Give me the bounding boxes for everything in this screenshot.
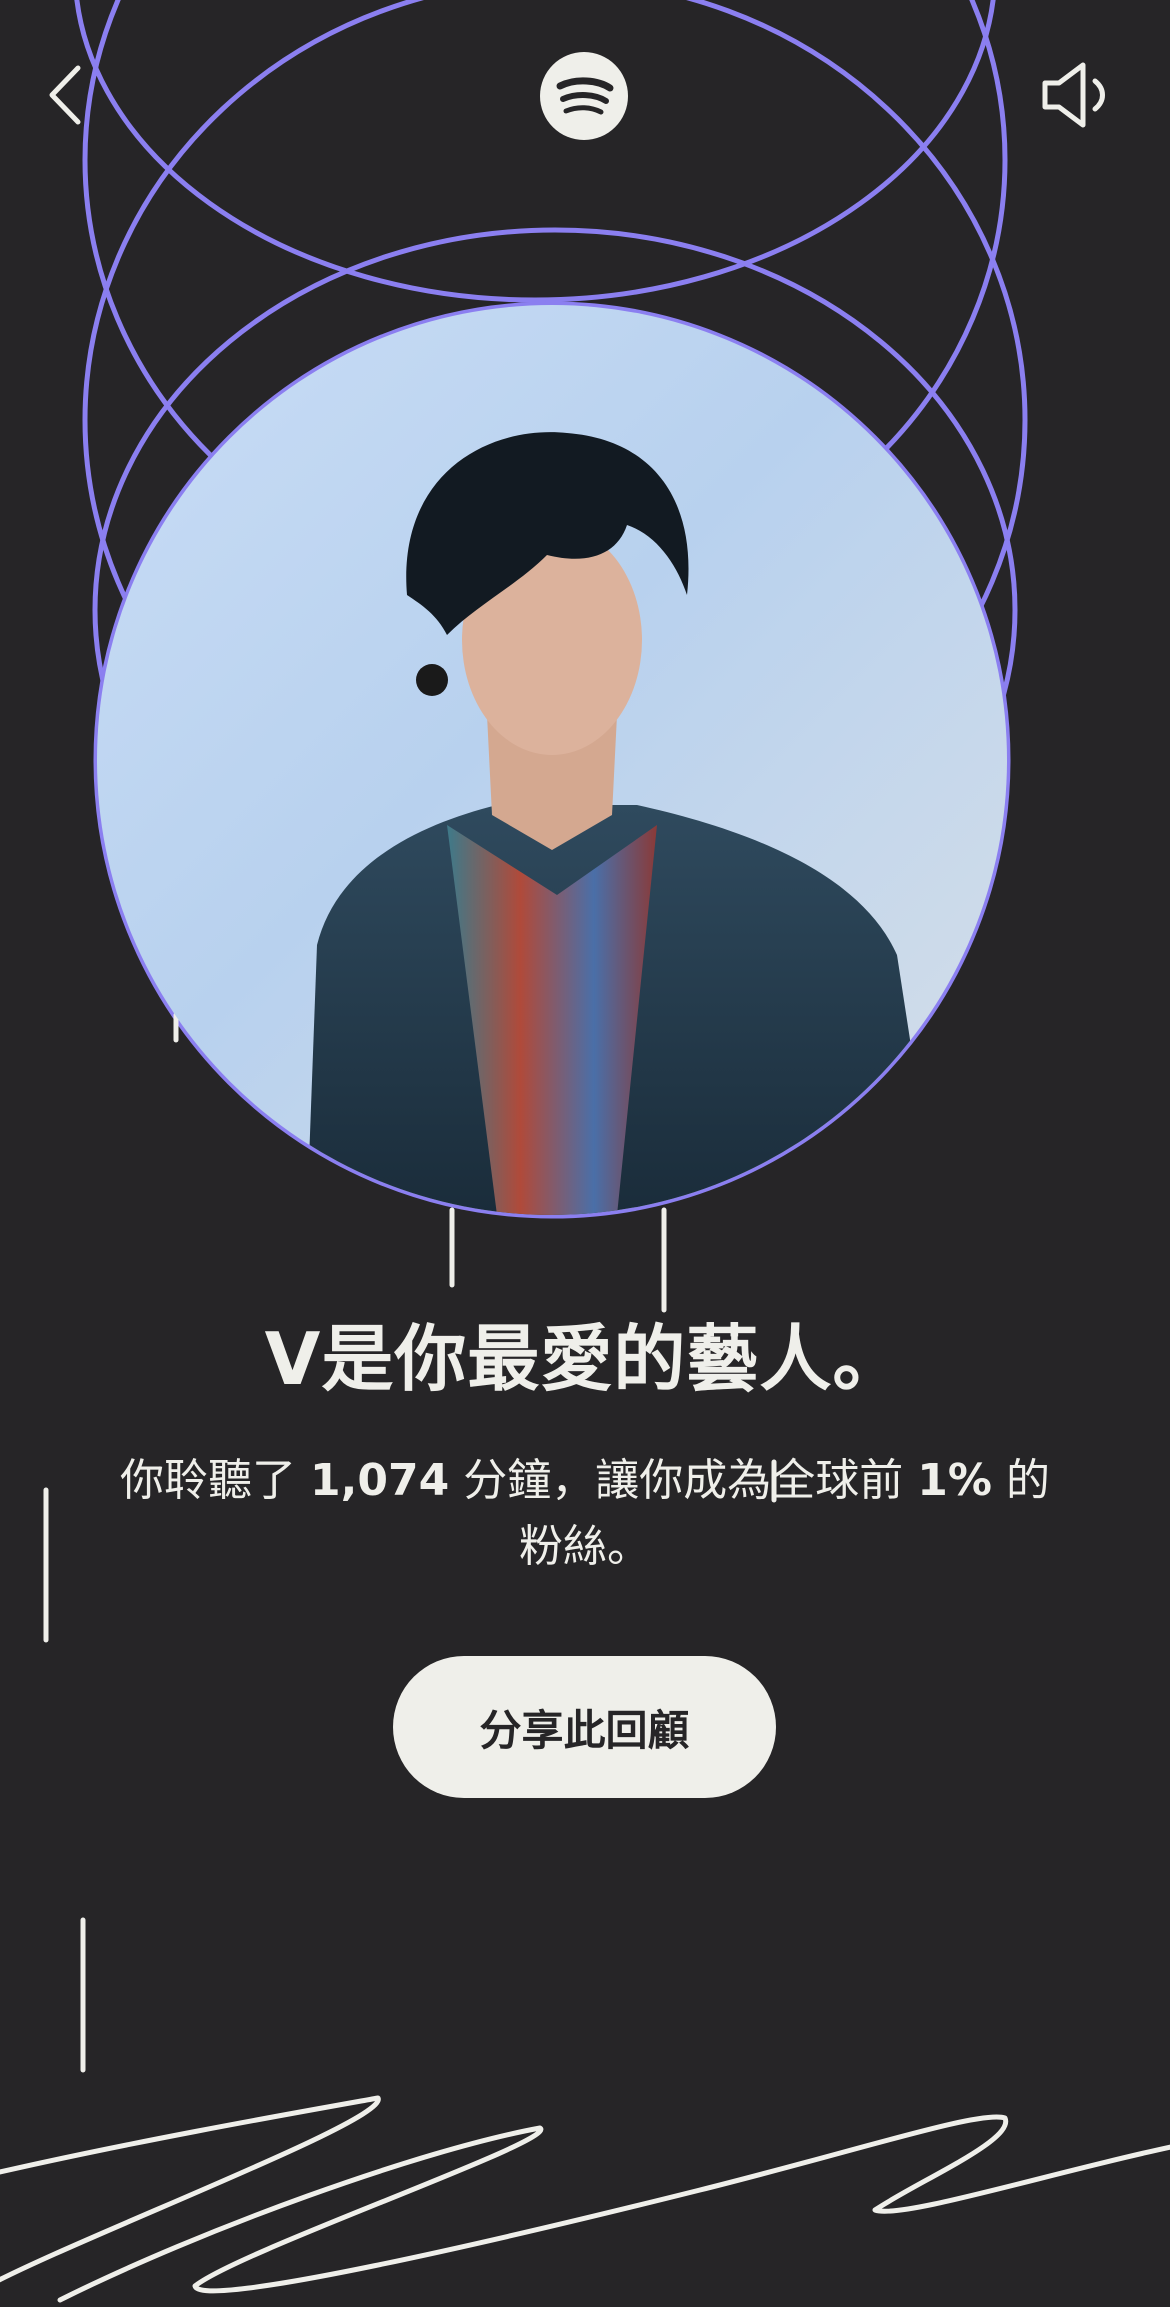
percent-value: 1%: [917, 1455, 992, 1506]
speaker-icon: [1042, 62, 1105, 128]
headline-text: 是你最愛的藝人。: [321, 1317, 906, 1401]
stat-middle: 分鐘，讓你成為全球前: [463, 1455, 904, 1506]
back-button[interactable]: [30, 55, 100, 135]
share-button[interactable]: 分享此回顧: [393, 1656, 776, 1798]
listening-stats: 你聆聽了 1,074 分鐘，讓你成為全球前 1% 的粉絲。: [100, 1448, 1070, 1580]
chevron-left-icon: [49, 65, 81, 125]
stat-prefix: 你聆聽了: [120, 1455, 297, 1506]
scribble-line: [0, 2095, 1170, 2303]
artist-photo: [97, 305, 1007, 1215]
headline: V是你最愛的藝人。: [0, 1300, 1170, 1405]
artist-name: V: [264, 1317, 322, 1401]
spotify-logo-icon: [540, 52, 628, 140]
top-bar: [0, 0, 1170, 200]
sound-button[interactable]: [1030, 55, 1120, 135]
minutes-value: 1,074: [310, 1455, 450, 1506]
